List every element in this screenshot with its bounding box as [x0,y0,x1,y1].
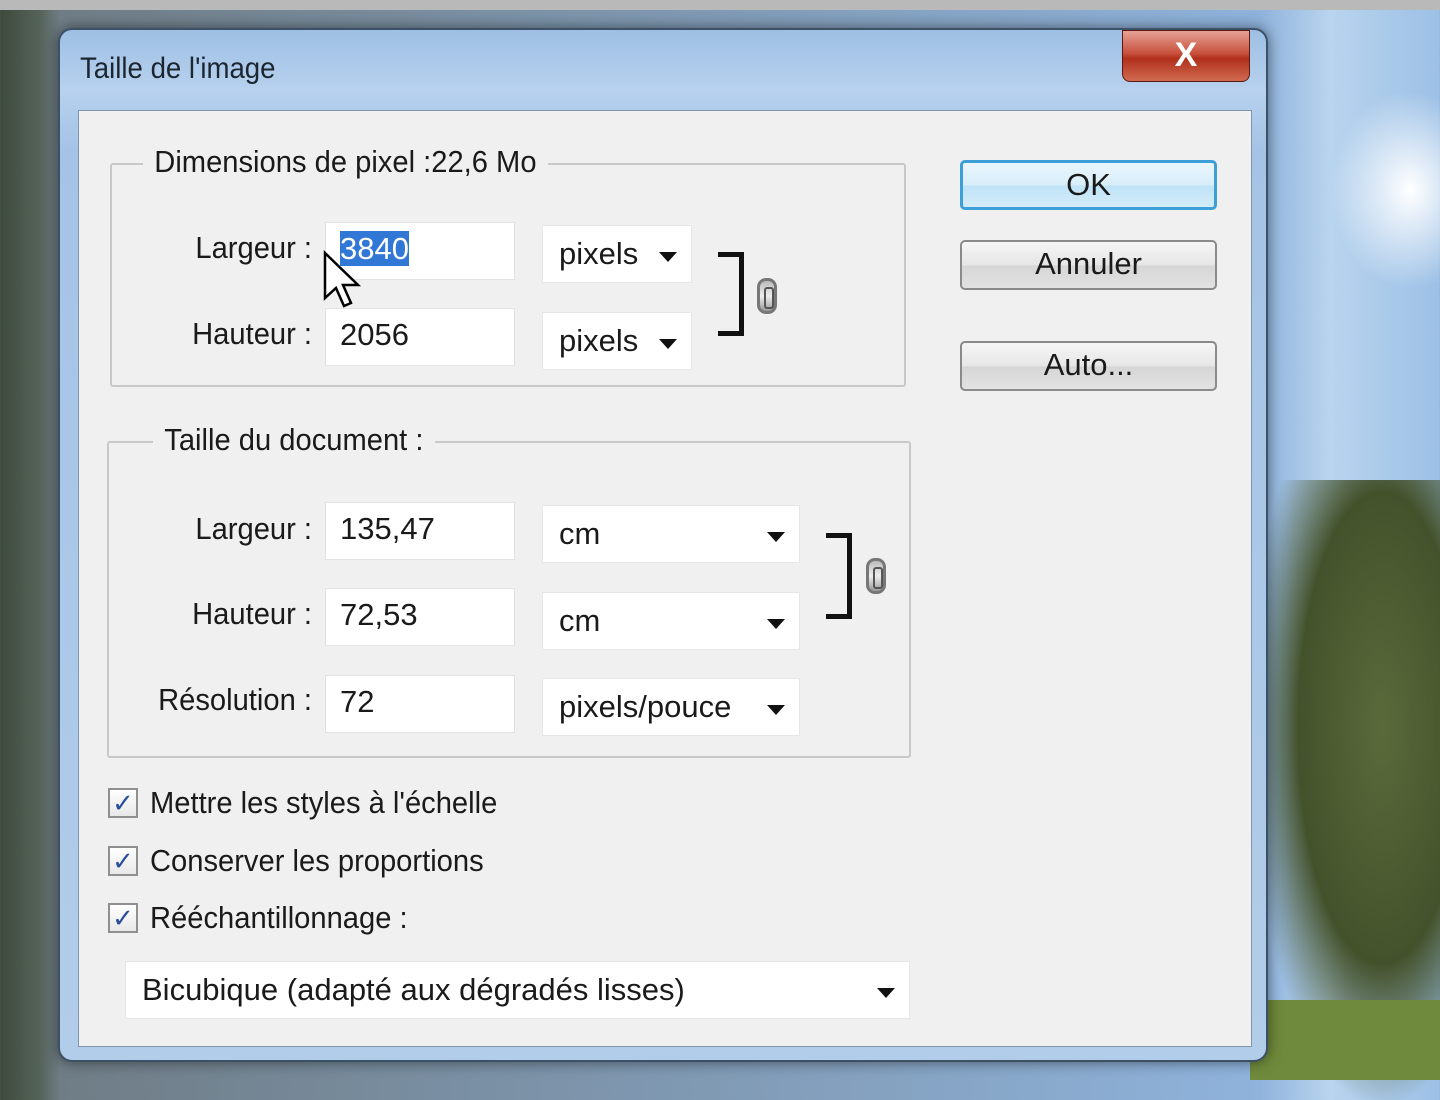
resolution-input[interactable]: 72 [325,675,515,733]
chain-link-icon [866,558,886,594]
background-grass [1250,1000,1440,1080]
resample-checkbox[interactable]: ✓ [108,903,138,933]
ok-button[interactable]: OK [960,160,1217,210]
doc-width-unit: cm [559,516,601,551]
chevron-down-icon [767,532,785,542]
constrain-proportions-checkbox[interactable]: ✓ [108,846,138,876]
pixel-height-input[interactable]: 2056 [325,308,515,366]
doc-height-unit-select[interactable]: cm [542,592,800,650]
doc-width-label: Largeur : [195,511,312,546]
resolution-label: Résolution : [158,682,312,717]
doc-height-unit: cm [559,603,601,638]
scale-styles-checkbox[interactable]: ✓ [108,788,138,818]
resample-method: Bicubique (adapté aux dégradés lisses) [142,972,685,1007]
resolution-unit-select[interactable]: pixels/pouce [542,678,800,736]
pixel-width-unit: pixels [559,236,639,271]
close-button[interactable]: X [1122,30,1250,82]
resolution-unit: pixels/pouce [559,689,732,724]
auto-button[interactable]: Auto... [960,341,1217,391]
doc-width-input[interactable]: 135,47 [325,502,515,560]
resample-label: Rééchantillonnage : [150,900,408,935]
document-size-legend: Taille du document : [153,422,435,458]
cancel-button[interactable]: Annuler [960,240,1217,290]
background-bar [0,0,1440,10]
pixel-height-unit-select[interactable]: pixels [542,312,692,370]
background-cloud [1330,90,1440,290]
dialog-title: Taille de l'image [80,52,276,85]
chevron-down-icon [767,705,785,715]
pixel-dimensions-legend: Dimensions de pixel :22,6 Mo [143,144,548,180]
pixel-height-unit: pixels [559,323,639,358]
doc-height-label: Hauteur : [192,596,312,631]
doc-height-input[interactable]: 72,53 [325,588,515,646]
chevron-down-icon [659,252,677,262]
chain-link-icon [757,278,777,314]
pixel-width-unit-select[interactable]: pixels [542,225,692,283]
link-bracket [826,533,852,619]
chevron-down-icon [767,619,785,629]
link-bracket [718,252,744,336]
mouse-cursor-icon [323,250,362,308]
chevron-down-icon [659,339,677,349]
constrain-proportions-label: Conserver les proportions [150,843,484,878]
scale-styles-label: Mettre les styles à l'échelle [150,785,498,820]
pixel-width-label: Largeur : [195,230,312,265]
doc-width-unit-select[interactable]: cm [542,505,800,563]
resample-method-select[interactable]: Bicubique (adapté aux dégradés lisses) [125,961,910,1019]
chevron-down-icon [877,988,895,998]
pixel-height-label: Hauteur : [192,316,312,351]
